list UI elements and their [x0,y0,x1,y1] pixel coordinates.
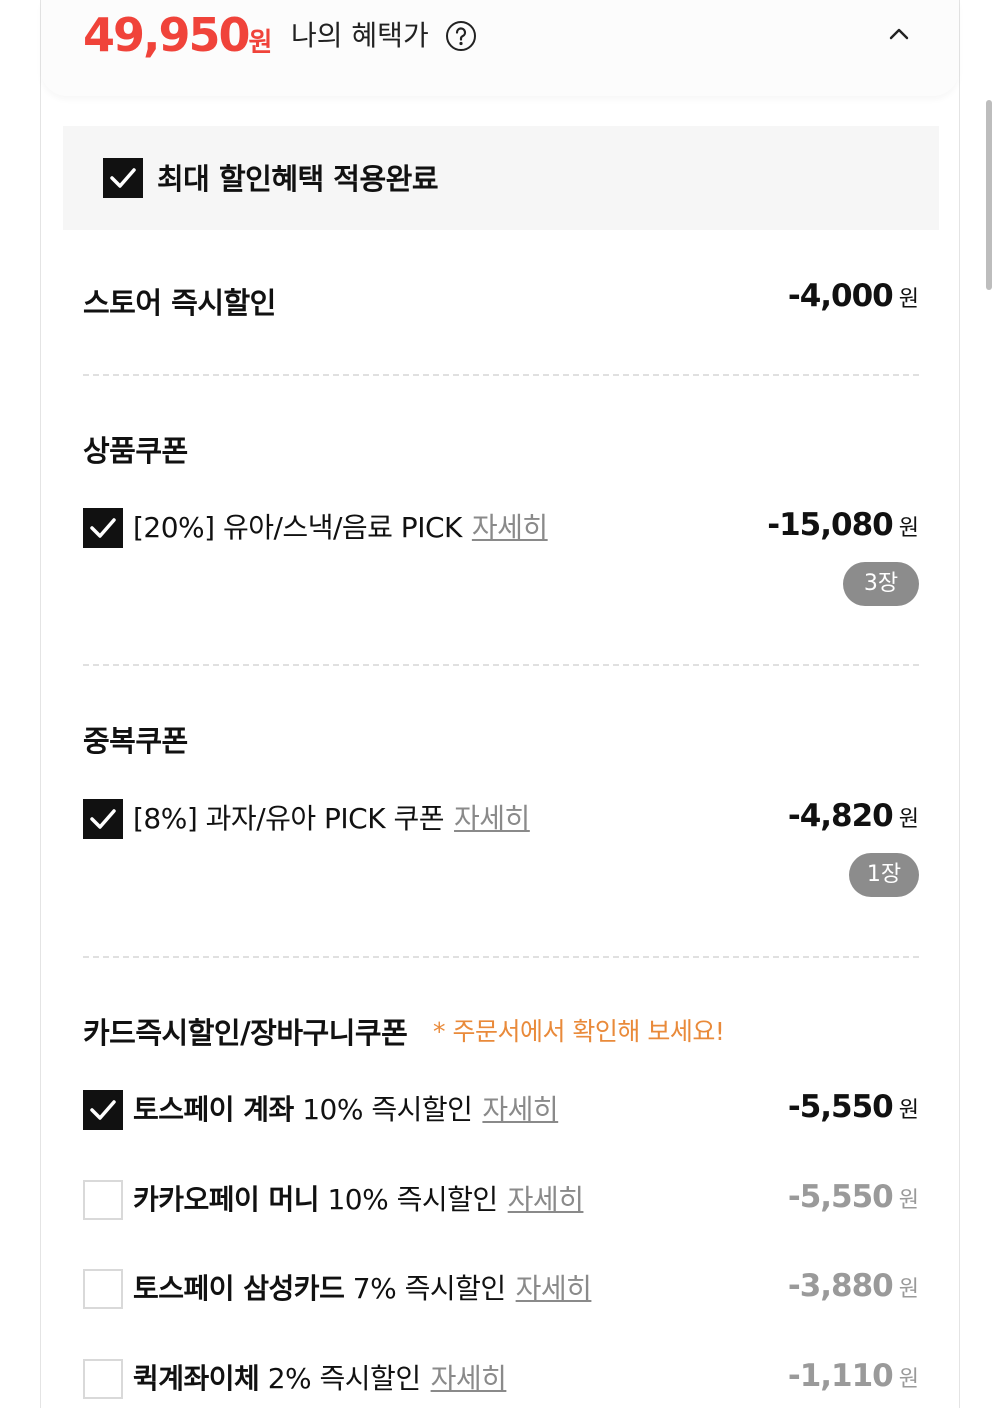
max-discount-box: 최대 할인혜택 적용완료 [63,126,939,230]
card-discount-checkbox[interactable] [83,1090,123,1130]
max-discount-label: 최대 할인혜택 적용완료 [157,162,439,196]
card-discount-row-quick-transfer[interactable]: 퀵계좌이체 2% 즉시할인 자세히 [83,1359,763,1399]
card-discount-amount-unit: 원 [898,1188,919,1213]
product-coupon-name: [20%] 유아/스낵/음료 PICK [133,511,462,544]
duplicate-coupon-text: [8%] 과자/유아 PICK 쿠폰 자세히 [133,799,530,839]
card-discount-row-toss-samsung[interactable]: 토스페이 삼성카드 7% 즉시할인 자세히 [83,1269,763,1309]
duplicate-coupon-name: [8%] 과자/유아 PICK 쿠폰 [133,802,445,835]
benefit-label: 나의 혜택가 [291,19,429,52]
card-discount-text: 퀵계좌이체 2% 즉시할인 자세히 [133,1359,507,1399]
card-discount-amount-unit: 원 [898,1277,919,1302]
product-coupon-count-badge[interactable]: 3장 [843,562,919,606]
duplicate-coupon-checkbox[interactable] [83,799,123,839]
product-coupon-amount-unit: 원 [898,516,919,541]
card-discount-checkbox[interactable] [83,1180,123,1220]
product-coupon-amount-value: -15,080 [767,507,893,543]
card-discount-name: 토스페이 계좌 [133,1093,294,1126]
duplicate-coupon-amount-value: -4,820 [787,798,894,834]
card-discount-desc: 10% 즉시할인 [302,1093,473,1126]
card-discount-amount-unit: 원 [898,1098,919,1123]
benefit-price-unit: 원 [248,28,273,58]
store-discount-amount-value: -4,000 [787,278,894,314]
product-coupon-checkbox[interactable] [83,508,123,548]
card-discount-name: 퀵계좌이체 [133,1362,260,1395]
max-discount-checkbox[interactable] [103,158,143,198]
section-divider [83,664,919,666]
store-discount-amount-unit: 원 [898,287,919,312]
card-discount-amount: -5,550 원 [788,1089,919,1125]
benefit-price-value: 49,950 [83,8,251,62]
card-discount-title: 카드즉시할인/장바구니쿠폰 [83,1016,408,1050]
card-discount-desc: 2% 즉시할인 [267,1362,421,1395]
card-discount-detail-link[interactable]: 자세히 [431,1362,507,1395]
section-divider [83,956,919,958]
section-divider [83,374,919,376]
product-coupon-amount: -15,080 원 [767,507,919,543]
product-coupon-title: 상품쿠폰 [83,434,188,468]
card-discount-amount-value: -1,110 [787,1358,894,1394]
card-discount-note: * 주문서에서 확인해 보세요! [433,1017,725,1046]
card-discount-name: 토스페이 삼성카드 [133,1272,345,1305]
store-discount-amount: -4,000 원 [788,278,919,314]
duplicate-coupon-count-badge[interactable]: 1장 [849,853,919,897]
product-coupon-row[interactable]: [20%] 유아/스낵/음료 PICK 자세히 [83,508,763,548]
card-discount-amount-value: -5,550 [787,1089,894,1125]
card-discount-checkbox[interactable] [83,1359,123,1399]
product-coupon-detail-link[interactable]: 자세히 [472,511,548,544]
card-discount-amount: -5,550 원 [788,1179,919,1215]
store-discount-title: 스토어 즉시할인 [83,286,276,320]
question-circle-icon[interactable] [445,20,477,52]
card-discount-detail-link[interactable]: 자세히 [482,1093,558,1126]
card-discount-amount-value: -5,550 [787,1179,894,1215]
card-discount-checkbox[interactable] [83,1269,123,1309]
price-header: 49,950원 나의 혜택가 [41,0,959,96]
card-discount-text: 토스페이 계좌 10% 즉시할인 자세히 [133,1090,559,1130]
duplicate-coupon-detail-link[interactable]: 자세히 [454,802,530,835]
card-discount-row-toss-account[interactable]: 토스페이 계좌 10% 즉시할인 자세히 [83,1090,763,1130]
product-coupon-text: [20%] 유아/스낵/음료 PICK 자세히 [133,508,548,548]
card-discount-amount-value: -3,880 [787,1268,894,1304]
card-discount-detail-link[interactable]: 자세히 [508,1183,584,1216]
card-discount-name: 카카오페이 머니 [133,1183,320,1216]
duplicate-coupon-title: 중복쿠폰 [83,724,188,758]
card-discount-row-kakaopay[interactable]: 카카오페이 머니 10% 즉시할인 자세히 [83,1180,763,1220]
benefit-panel: 49,950원 나의 혜택가 최대 할인혜택 적용완료 스토어 즉시할인 -4,… [40,0,960,1408]
duplicate-coupon-amount: -4,820 원 [788,798,919,834]
chevron-up-icon[interactable] [887,22,911,46]
scrollbar[interactable] [986,100,992,290]
card-discount-amount: -1,110 원 [788,1358,919,1394]
card-discount-text: 토스페이 삼성카드 7% 즉시할인 자세히 [133,1269,592,1309]
card-discount-amount-unit: 원 [898,1367,919,1392]
benefit-price: 49,950원 [83,8,272,62]
card-discount-desc: 10% 즉시할인 [327,1183,498,1216]
duplicate-coupon-row[interactable]: [8%] 과자/유아 PICK 쿠폰 자세히 [83,799,763,839]
duplicate-coupon-amount-unit: 원 [898,807,919,832]
card-discount-detail-link[interactable]: 자세히 [516,1272,592,1305]
card-discount-desc: 7% 즉시할인 [352,1272,506,1305]
card-discount-amount: -3,880 원 [788,1268,919,1304]
card-discount-text: 카카오페이 머니 10% 즉시할인 자세히 [133,1180,584,1220]
